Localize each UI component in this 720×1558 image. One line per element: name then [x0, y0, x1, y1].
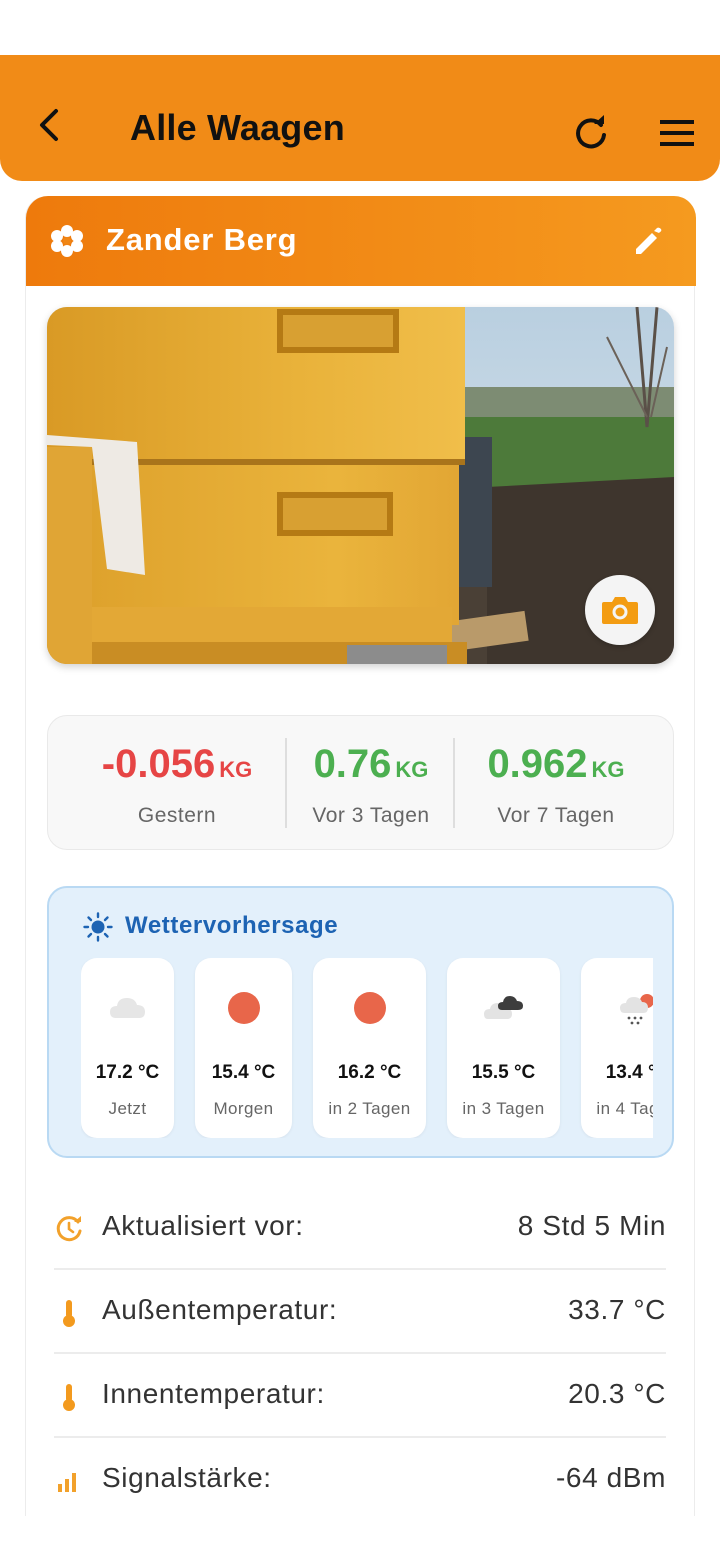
forecast-day: in 4 Tagen: [596, 1099, 653, 1118]
sun-icon: [83, 912, 113, 942]
forecast-temp: 15.5 °C: [471, 1062, 536, 1083]
forecast-day: Morgen: [213, 1099, 274, 1118]
forecast-card: 16.2 °C in 2 Tagen: [313, 958, 426, 1138]
camera-button[interactable]: [585, 575, 655, 645]
thermometer-icon: [63, 1300, 75, 1327]
info-value: -64 dBm: [555, 1462, 666, 1493]
forecast-day: in 2 Tagen: [328, 1099, 411, 1118]
info-row-signal: Signalstärke: -64 dBm: [54, 1438, 666, 1522]
scale-name: Zander Berg: [106, 222, 298, 257]
back-arrow-icon[interactable]: [30, 105, 70, 145]
scale-card-header: Zander Berg: [26, 196, 696, 286]
scale-card: Zander Berg -0.056 KG Gestern 0.76 KG Vo…: [25, 196, 696, 1516]
forecast-card: 15.5 °C in 3 Tagen: [447, 958, 560, 1138]
forecast-row[interactable]: 17.2 °C Jetzt 15.4 °C Morgen 16.2 °C in …: [81, 958, 653, 1138]
weather-forecast-panel: Wettervorhersage 17.2 °C Jetzt 15.4 °C M…: [47, 886, 674, 1158]
info-label: Signalstärke:: [102, 1462, 272, 1493]
dark-clouds-icon: [483, 996, 523, 1019]
forecast-card: 17.2 °C Jetzt: [81, 958, 174, 1138]
info-value: 8 Std 5 Min: [517, 1210, 666, 1241]
thermometer-icon: [63, 1384, 75, 1411]
forecast-temp: 13.4 °C: [605, 1062, 653, 1083]
info-label: Innentemperatur:: [102, 1378, 325, 1409]
info-value: 20.3 °C: [568, 1378, 666, 1409]
divider: [285, 738, 287, 828]
menu-icon[interactable]: [656, 112, 698, 154]
divider: [453, 738, 455, 828]
signal-bars-icon: [58, 1473, 76, 1492]
weather-title: Wettervorhersage: [125, 912, 339, 939]
sun-icon: [353, 992, 386, 1024]
weight-change-7-days: 0.962 KG Vor 7 Tagen: [456, 716, 656, 851]
refresh-icon[interactable]: [570, 112, 612, 154]
weight-change-3-days: 0.76 KG Vor 3 Tagen: [288, 716, 454, 851]
info-row-updated: Aktualisiert vor: 8 Std 5 Min: [54, 1186, 666, 1270]
hive-photo: [47, 307, 674, 664]
info-label: Aktualisiert vor:: [102, 1210, 304, 1241]
sun-icon: [227, 992, 260, 1024]
hive-photo-illustration: [47, 307, 674, 664]
flower-icon: [51, 225, 83, 257]
clock-refresh-icon: [56, 1216, 82, 1242]
info-row-outside-temp: Außentemperatur: 33.7 °C: [54, 1270, 666, 1354]
edit-pencil-icon[interactable]: [631, 224, 665, 258]
forecast-temp: 17.2 °C: [95, 1062, 160, 1083]
weight-change-yesterday: -0.056 KG Gestern: [68, 716, 286, 851]
info-value: 33.7 °C: [568, 1294, 666, 1325]
forecast-day: Jetzt: [108, 1099, 147, 1118]
weight-value: -0.056 KG: [101, 742, 253, 786]
weight-label: Vor 3 Tagen: [312, 804, 430, 827]
weight-value: 0.962 KG: [487, 742, 625, 786]
weight-value: 0.76 KG: [313, 742, 429, 786]
forecast-day: in 3 Tagen: [462, 1099, 545, 1118]
forecast-card: 15.4 °C Morgen: [195, 958, 292, 1138]
info-row-inside-temp: Innentemperatur: 20.3 °C: [54, 1354, 666, 1438]
camera-icon: [602, 597, 638, 624]
app-bar: Alle Waagen: [0, 55, 720, 181]
page-title: Alle Waagen: [130, 107, 345, 148]
weight-changes-panel: -0.056 KG Gestern 0.76 KG Vor 3 Tagen 0.96…: [47, 715, 674, 850]
weight-label: Vor 7 Tagen: [497, 804, 615, 827]
cloud-icon: [109, 998, 145, 1018]
weight-label: Gestern: [137, 804, 217, 827]
forecast-card: 13.4 °C in 4 Tagen: [581, 958, 653, 1138]
forecast-temp: 15.4 °C: [211, 1062, 276, 1083]
forecast-temp: 16.2 °C: [337, 1062, 402, 1083]
info-label: Außentemperatur:: [102, 1294, 338, 1325]
rain-sun-icon: [619, 994, 653, 1025]
